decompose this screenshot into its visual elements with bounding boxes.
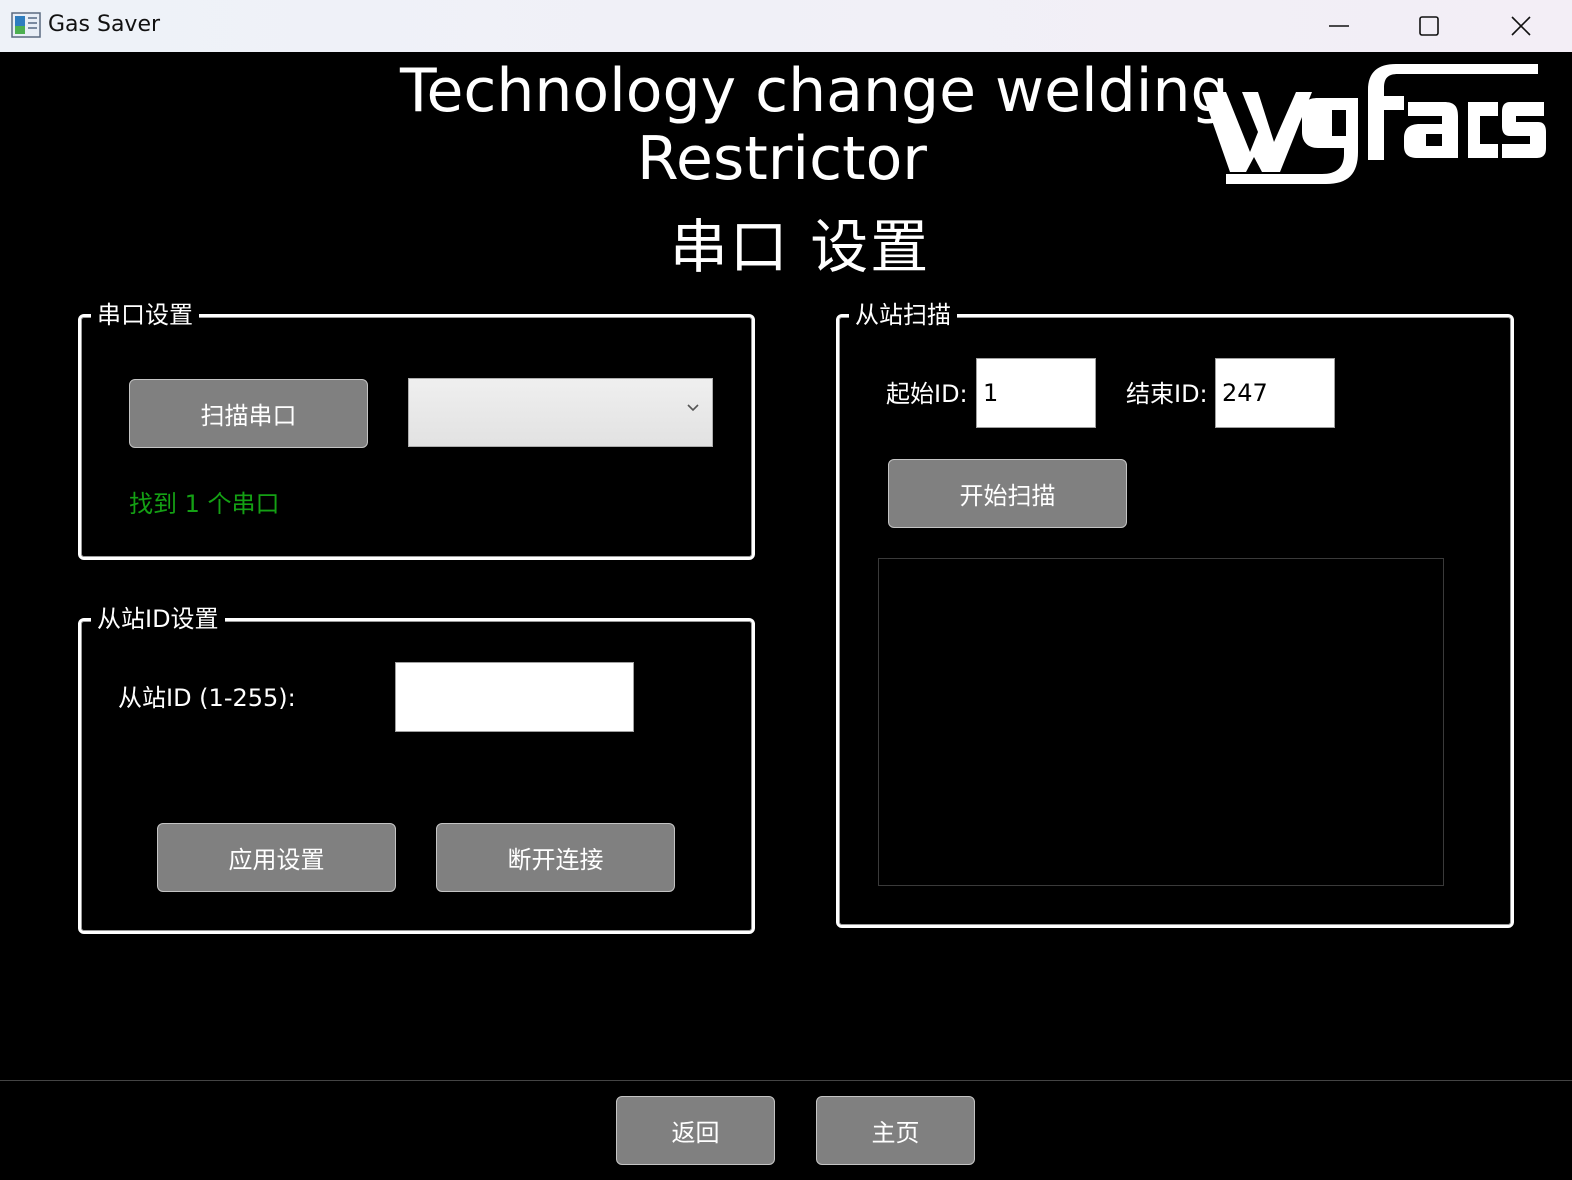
port-select[interactable] <box>408 378 713 447</box>
window-titlebar: Gas Saver <box>0 0 1572 52</box>
slave-scan-legend: 从站扫描 <box>849 299 957 331</box>
app-heading: Technology change welding Restrictor <box>400 56 1229 194</box>
apply-settings-button[interactable]: 应用设置 <box>157 823 396 892</box>
wgfacs-logo <box>1202 64 1546 184</box>
slave-id-legend: 从站ID设置 <box>91 603 225 635</box>
minimize-icon <box>1329 25 1349 27</box>
scan-ports-button[interactable]: 扫描串口 <box>129 379 368 448</box>
start-id-input[interactable]: 1 <box>976 358 1096 428</box>
serial-settings-legend: 串口设置 <box>91 299 199 331</box>
home-button[interactable]: 主页 <box>816 1096 975 1165</box>
minimize-button[interactable] <box>1294 0 1384 52</box>
disconnect-button[interactable]: 断开连接 <box>436 823 675 892</box>
footer-divider <box>0 1080 1572 1081</box>
slave-id-input[interactable] <box>395 662 634 732</box>
app-icon <box>11 12 41 38</box>
app-heading-line1: Technology change welding <box>400 56 1229 126</box>
close-button[interactable] <box>1476 0 1566 52</box>
port-scan-status: 找到 1 个串口 <box>129 490 280 518</box>
scan-results-list[interactable] <box>878 558 1444 886</box>
start-scan-button[interactable]: 开始扫描 <box>888 459 1127 528</box>
chevron-down-icon <box>687 404 699 412</box>
start-id-label: 起始ID: <box>886 380 968 408</box>
slave-id-label: 从站ID (1-255): <box>118 684 296 712</box>
window-title: Gas Saver <box>48 12 161 37</box>
end-id-label: 结束ID: <box>1126 380 1208 408</box>
close-icon <box>1511 16 1531 36</box>
end-id-input[interactable]: 247 <box>1215 358 1335 428</box>
back-button[interactable]: 返回 <box>616 1096 775 1165</box>
maximize-icon <box>1419 16 1439 36</box>
app-heading-line2: Restrictor <box>637 124 927 194</box>
maximize-button[interactable] <box>1384 0 1474 52</box>
page-title: 串口 设置 <box>669 213 931 281</box>
